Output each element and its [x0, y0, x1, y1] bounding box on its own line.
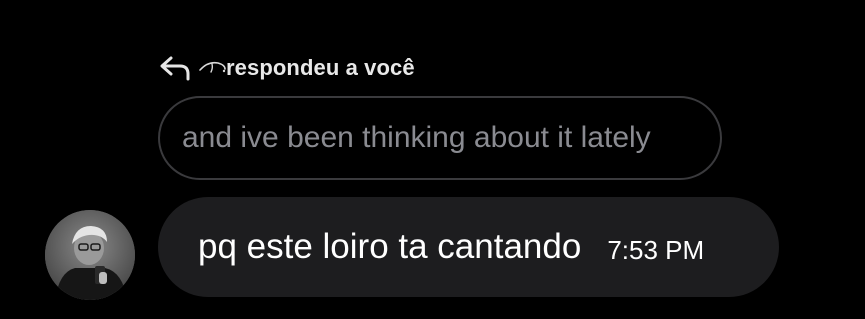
message-text: pq este loiro ta cantando: [198, 227, 582, 266]
reply-arrow-icon: [158, 53, 192, 83]
reply-header-text: respondeu a você: [226, 55, 415, 80]
message-bubble[interactable]: pq este loiro ta cantando 7:53 PM: [158, 197, 779, 297]
curl-nickname-icon: [198, 53, 228, 83]
user-avatar[interactable]: [45, 210, 135, 300]
quoted-message-text: and ive been thinking about it lately: [182, 121, 651, 154]
quoted-message-bubble[interactable]: and ive been thinking about it lately: [158, 96, 722, 180]
reply-header: respondeu a você: [158, 50, 415, 86]
message-timestamp: 7:53 PM: [607, 234, 705, 265]
